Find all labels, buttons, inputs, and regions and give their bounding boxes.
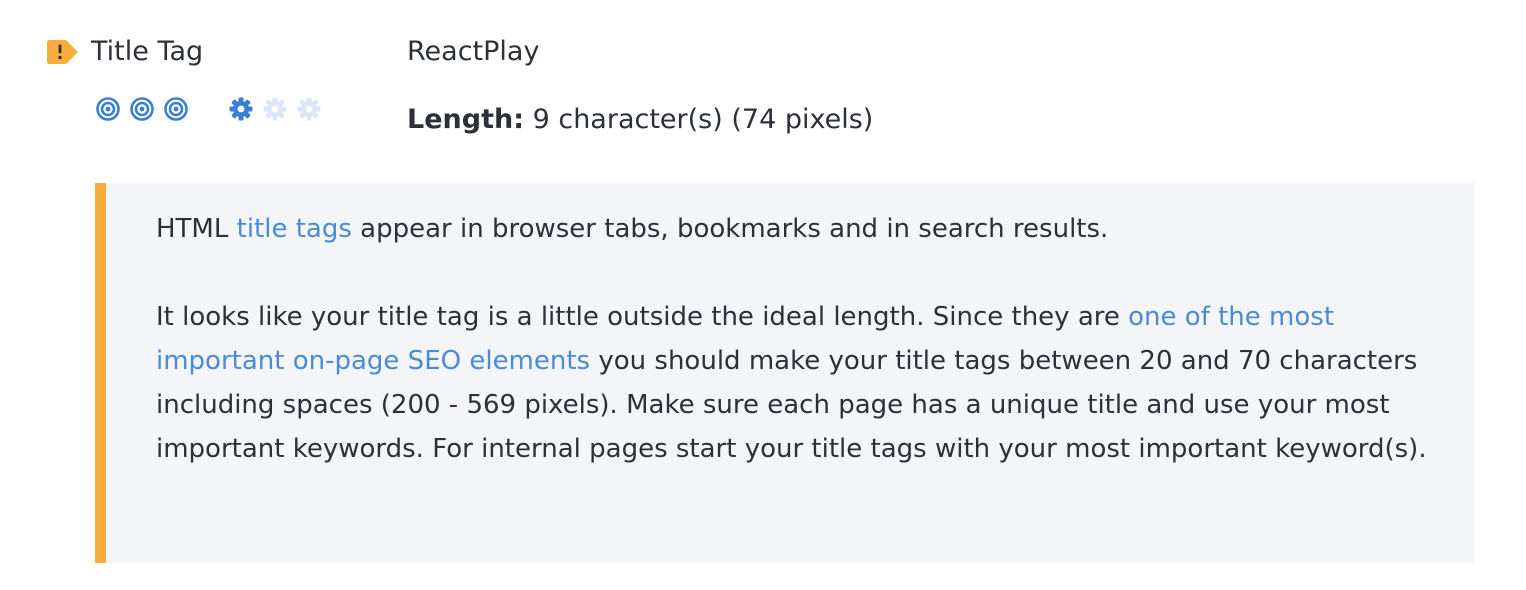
gear-icon: [263, 97, 287, 121]
gear-icon: [229, 97, 253, 121]
gear-icon: [297, 97, 321, 121]
length-info: Length: 9 character(s) (74 pixels): [407, 100, 873, 140]
title-tags-link[interactable]: title tags: [237, 214, 352, 244]
info-text: It looks like your title tag is a little…: [156, 302, 1129, 332]
title-value: ReactPlay: [407, 36, 540, 67]
target-icon: [130, 97, 154, 121]
info-text: HTML: [156, 214, 237, 244]
importance-rating: [95, 96, 189, 122]
length-label: Length:: [407, 104, 524, 135]
difficulty-rating: [228, 96, 322, 122]
info-paragraph: It looks like your title tag is a little…: [156, 295, 1446, 471]
target-icon: [164, 97, 188, 121]
exclamation-tag-icon: [47, 40, 78, 64]
info-paragraph: HTML title tags appear in browser tabs, …: [156, 207, 1446, 251]
recommendation-box: HTML title tags appear in browser tabs, …: [95, 183, 1474, 563]
length-value: 9 character(s) (74 pixels): [532, 104, 874, 135]
target-icon: [96, 97, 120, 121]
check-title: Title Tag: [91, 36, 204, 67]
info-text: appear in browser tabs, bookmarks and in…: [351, 214, 1109, 244]
